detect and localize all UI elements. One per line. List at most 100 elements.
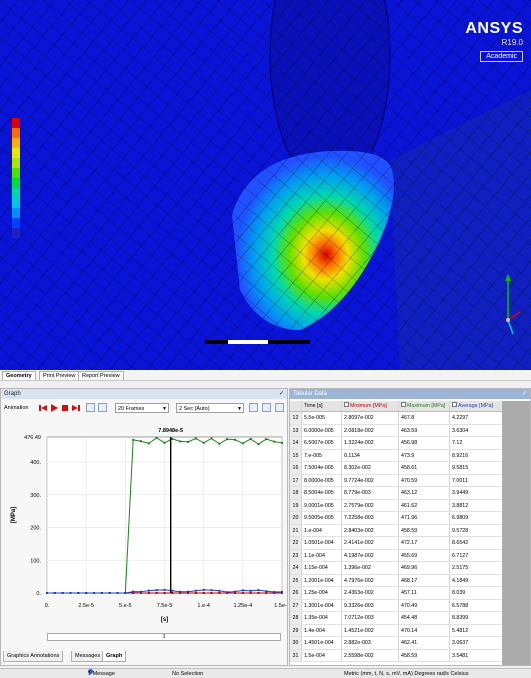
data-point xyxy=(194,589,197,592)
time-value: 2 Sec (Auto) xyxy=(179,406,210,412)
checkbox-icon[interactable] xyxy=(401,402,406,408)
row-index: 12 xyxy=(290,412,302,424)
tabular-grid: Time [s] Minimum [MPa] Maximum [MPa] Ave… xyxy=(290,401,503,662)
row-index: 18 xyxy=(290,487,302,499)
table-row[interactable]: 22 1.0501e-004 2.4141e-002 472.17 8.6542 xyxy=(290,537,503,550)
table-row[interactable]: 28 1.35e-004 7.0712e-003 454.48 8.8399 xyxy=(290,612,503,625)
checkbox-icon[interactable] xyxy=(452,402,457,408)
data-point xyxy=(61,592,64,594)
tab-graphics-annotations[interactable]: Graphics Annotations xyxy=(3,651,64,662)
table-view-icon[interactable] xyxy=(275,403,284,412)
header-index xyxy=(290,401,302,411)
previous-frame-icon[interactable] xyxy=(39,404,47,412)
header-maximum[interactable]: Maximum [MPa] xyxy=(399,401,450,411)
maximum-cell: 468.17 xyxy=(399,574,450,586)
table-row[interactable]: 27 1.3001e-004 9.3326e-003 470.49 6.5788 xyxy=(290,599,503,612)
table-row[interactable]: 18 8.5004e-005 8.779e-003 463.12 3.9449 xyxy=(290,487,503,500)
pin-icon[interactable]: ✓ xyxy=(279,389,284,399)
row-index: 30 xyxy=(290,637,302,649)
status-bar: 1 Message No Selection Metric (mm, t, N,… xyxy=(0,668,531,678)
row-index: 27 xyxy=(290,599,302,611)
time-select[interactable]: 2 Sec (Auto) ▼ xyxy=(176,403,244,413)
ansys-logo: ANSYS R19.0 Academic xyxy=(465,20,523,62)
data-point xyxy=(241,589,244,592)
data-point xyxy=(187,440,189,443)
table-row[interactable]: 15 7.e-005 0.1134 473.9 8.9216 xyxy=(290,449,503,462)
minimum-cell: 7.0712e-003 xyxy=(342,612,399,624)
data-point xyxy=(163,591,166,594)
stop-icon[interactable] xyxy=(61,404,69,412)
tab-print-preview[interactable]: Print Preview xyxy=(39,371,80,380)
data-point xyxy=(116,592,119,594)
table-row[interactable]: 19 9.0001e-005 2.7579e-002 461.62 3.8812 xyxy=(290,499,503,512)
table-row[interactable]: 16 7.5004e-005 8.302e-002 458.61 9.5815 xyxy=(290,462,503,475)
checkbox-icon[interactable] xyxy=(344,402,349,408)
frame-scroll-strip[interactable]: 1 xyxy=(47,633,281,641)
unit-system[interactable]: Metric (mm, t, N, s, mV, mA) Degrees rad… xyxy=(344,669,469,678)
data-point xyxy=(265,590,268,593)
minimum-cell: 4.7976e-002 xyxy=(342,574,399,586)
next-frame-icon[interactable] xyxy=(72,404,80,412)
average-cell: 3.6304 xyxy=(450,424,503,436)
legend-swatch xyxy=(12,208,20,218)
data-point xyxy=(46,592,48,594)
legend-swatch xyxy=(12,138,20,148)
average-cell: 6.7127 xyxy=(450,549,503,561)
table-row[interactable]: 31 1.5e-004 2.5598e-002 458.59 3.5481 xyxy=(290,649,503,662)
pin-icon[interactable]: ✓ xyxy=(522,389,527,399)
tab-graph[interactable]: Graph xyxy=(102,651,127,662)
data-point xyxy=(257,443,260,446)
table-row[interactable]: 21 1.e-004 2.8403e-002 458.59 9.5728 xyxy=(290,524,503,537)
legend-swatch xyxy=(12,198,20,208)
minimum-cell: 2.4141e-002 xyxy=(342,537,399,549)
table-row[interactable]: 23 1.1e-004 4.1987e-002 455.69 6.7127 xyxy=(290,549,503,562)
distributed-frames-icon[interactable] xyxy=(86,403,95,412)
zoom-fit-icon[interactable] xyxy=(262,403,271,412)
row-index: 22 xyxy=(290,537,302,549)
tab-geometry[interactable]: Geometry xyxy=(2,371,36,380)
time-history-chart[interactable]: 400. 300. 200. 100. 0. 476.49 0. 2.5e-5 5.e-5 7.5… xyxy=(1,417,287,631)
animation-toolbar: Animation 20 Frames ▼ 2 Sec (Auto) ▼ xyxy=(1,401,287,415)
export-video-icon[interactable] xyxy=(249,403,258,412)
tab-report-preview[interactable]: Report Preview xyxy=(78,371,124,380)
time-cell: 1.3001e-004 xyxy=(302,599,342,611)
table-row[interactable]: 30 1.4501e-004 2.882e-003 462.41 3.0637 xyxy=(290,637,503,650)
data-point xyxy=(140,590,142,593)
maximum-cell: 473.9 xyxy=(399,449,450,461)
table-row[interactable]: 29 1.4e-004 1.4521e-002 470.14 5.4812 xyxy=(290,624,503,637)
data-point xyxy=(249,437,252,440)
y-max-label: 476.49 xyxy=(24,435,41,441)
table-row[interactable]: 24 1.15e-004 1.396e-002 469.96 2.5175 xyxy=(290,562,503,575)
data-point xyxy=(257,589,260,592)
maximum-cell: 470.59 xyxy=(399,474,450,486)
table-row[interactable]: 20 9.5005e-005 7.2258e-003 471.96 6.9809 xyxy=(290,512,503,525)
graphics-viewport[interactable]: ANSYS R19.0 Academic xyxy=(0,0,531,370)
play-icon[interactable] xyxy=(50,404,58,412)
minimum-cell: 7.2258e-003 xyxy=(342,512,399,524)
table-row[interactable]: 14 6.5007e-005 1.3224e-002 456.98 7.12 xyxy=(290,437,503,450)
table-row[interactable]: 25 1.2001e-004 4.7976e-002 468.17 4.1849 xyxy=(290,574,503,587)
average-cell: 3.5481 xyxy=(450,649,503,661)
average-cell: 3.0637 xyxy=(450,637,503,649)
tabular-panel-title: Tabular Data xyxy=(293,391,328,397)
time-cell: 1.15e-004 xyxy=(302,562,342,574)
table-row[interactable]: 12 5.5e-005 2.8097e-002 467.8 4.2297 xyxy=(290,412,503,425)
time-cell: 1.4e-004 xyxy=(302,624,342,636)
data-point xyxy=(218,442,221,445)
row-index: 29 xyxy=(290,624,302,636)
tab-messages[interactable]: Messages xyxy=(71,651,105,662)
table-row[interactable]: 17 8.0000e-005 9.7724e-002 470.59 7.0011 xyxy=(290,474,503,487)
axis-triad[interactable] xyxy=(493,260,523,340)
table-row[interactable]: 13 6.0000e-005 2.0818e-002 463.59 3.6304 xyxy=(290,424,503,437)
result-sets-icon[interactable] xyxy=(98,403,107,412)
header-average[interactable]: Average [MPa] xyxy=(450,401,503,411)
table-row[interactable]: 26 1.25e-004 2.4363e-002 457.11 8.039 xyxy=(290,587,503,600)
data-point xyxy=(194,437,197,440)
header-minimum[interactable]: Minimum [MPa] xyxy=(342,401,399,411)
chevron-down-icon: ▼ xyxy=(162,406,167,412)
frames-select[interactable]: 20 Frames ▼ xyxy=(115,403,169,413)
header-maximum-label: Maximum [MPa] xyxy=(407,403,446,409)
header-time[interactable]: Time [s] xyxy=(302,401,342,411)
average-cell: 8.6542 xyxy=(450,537,503,549)
data-point xyxy=(147,589,150,592)
